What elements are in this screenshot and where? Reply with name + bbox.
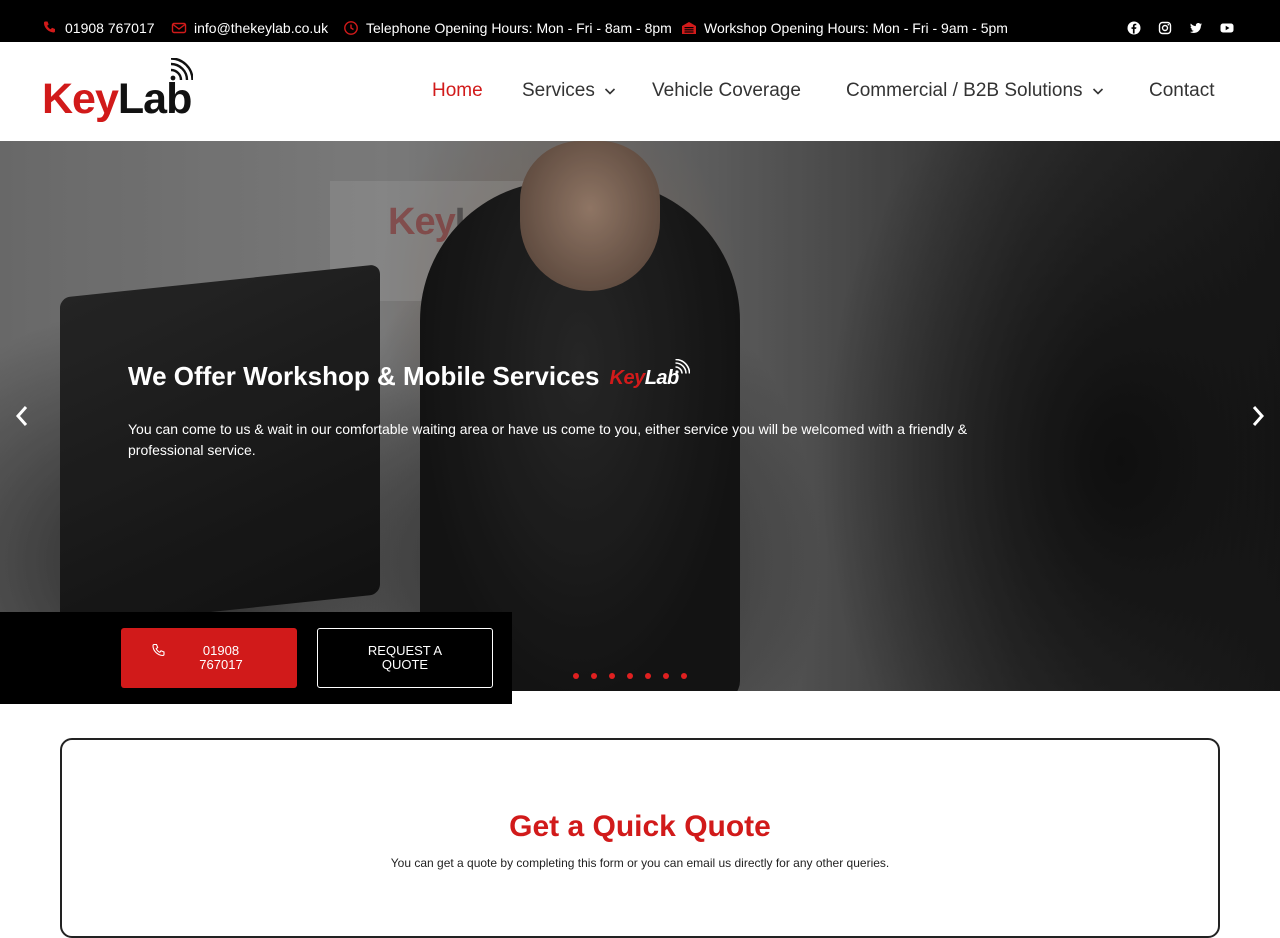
phone-icon: [43, 21, 55, 33]
envelope-icon: [171, 22, 187, 34]
signal-icon: [170, 58, 193, 81]
hero-logo-key: Key: [609, 367, 646, 389]
logo-lab: Lab: [117, 75, 192, 123]
call-button-label: 01908 767017: [199, 643, 243, 672]
nav-vehicle-coverage-label: Vehicle Coverage: [652, 80, 801, 101]
hero-overlay: [0, 141, 1280, 691]
hero-slider: KeyLab We Offer Workshop & Mobile Servic…: [0, 141, 1280, 691]
clock-icon: [344, 21, 358, 35]
nav-services[interactable]: Services: [522, 80, 617, 102]
topbar-phone[interactable]: 01908 767017: [42, 19, 155, 37]
slider-dot[interactable]: [573, 673, 579, 679]
nav-vehicle-coverage[interactable]: Vehicle Coverage: [652, 80, 801, 102]
chevron-down-icon: [604, 88, 615, 95]
topbar-workshop-hours-text: Workshop Opening Hours: Mon - Fri - 9am …: [704, 20, 1008, 36]
slider-prev-button[interactable]: [12, 403, 32, 429]
call-button[interactable]: 01908 767017: [121, 628, 297, 688]
topbar-email-text: info@thekeylab.co.uk: [194, 20, 329, 36]
phone-icon: [152, 643, 165, 657]
quote-subtitle: You can get a quote by completing this f…: [390, 856, 890, 870]
signal-icon: [674, 359, 690, 374]
slider-dot[interactable]: [663, 673, 669, 679]
quote-title: Get a Quick Quote: [509, 810, 771, 843]
topbar-phone-text: 01908 767017: [65, 20, 155, 36]
twitter-icon[interactable]: [1189, 21, 1203, 35]
hero-keylab-logo: KeyLab: [610, 359, 690, 393]
nav-contact-label: Contact: [1149, 80, 1215, 101]
quote-card: Get a Quick Quote You can get a quote by…: [60, 738, 1220, 938]
slider-dot[interactable]: [627, 673, 633, 679]
chevron-right-icon: [1252, 406, 1265, 426]
chevron-down-icon: [1092, 88, 1103, 95]
logo-key: Key: [42, 75, 119, 123]
nav-home-label: Home: [432, 80, 483, 101]
cta-bar: 01908 767017 REQUEST A QUOTE: [0, 612, 512, 704]
hero-title: We Offer Workshop & Mobile Services KeyL…: [128, 359, 690, 393]
social-links: [1110, 19, 1234, 37]
slider-pagination: [573, 673, 699, 679]
topbar-workshop-hours: Workshop Opening Hours: Mon - Fri - 9am …: [681, 19, 1008, 37]
nav-home[interactable]: Home: [432, 80, 483, 102]
nav-commercial[interactable]: Commercial / B2B Solutions: [846, 80, 1105, 102]
facebook-icon[interactable]: [1127, 21, 1141, 35]
youtube-icon[interactable]: [1220, 21, 1234, 35]
topbar-telephone-hours: Telephone Opening Hours: Mon - Fri - 8am…: [343, 19, 672, 37]
keylab-logo[interactable]: KeyLab: [42, 58, 194, 126]
topbar-email[interactable]: info@thekeylab.co.uk: [171, 19, 328, 37]
nav-services-label: Services: [522, 80, 595, 101]
slider-dot[interactable]: [609, 673, 615, 679]
slider-next-button[interactable]: [1248, 403, 1268, 429]
nav-commercial-label: Commercial / B2B Solutions: [846, 80, 1083, 101]
hero-title-text: We Offer Workshop & Mobile Services: [128, 360, 600, 391]
garage-icon: [682, 22, 696, 34]
slider-dot[interactable]: [645, 673, 651, 679]
nav-contact[interactable]: Contact: [1149, 80, 1214, 102]
request-quote-button[interactable]: REQUEST A QUOTE: [317, 628, 493, 688]
hero-subtitle: You can come to us & wait in our comfort…: [128, 421, 968, 458]
chevron-left-icon: [15, 406, 28, 426]
main-header: KeyLab Home Services Vehicle Coverage Co…: [0, 42, 1280, 141]
slider-dot[interactable]: [591, 673, 597, 679]
topbar-telephone-hours-text: Telephone Opening Hours: Mon - Fri - 8am…: [366, 20, 672, 36]
request-quote-button-label: REQUEST A QUOTE: [367, 643, 443, 672]
logo-text: KeyLab: [42, 75, 192, 123]
instagram-icon[interactable]: [1158, 21, 1172, 35]
slider-dot[interactable]: [681, 673, 687, 679]
